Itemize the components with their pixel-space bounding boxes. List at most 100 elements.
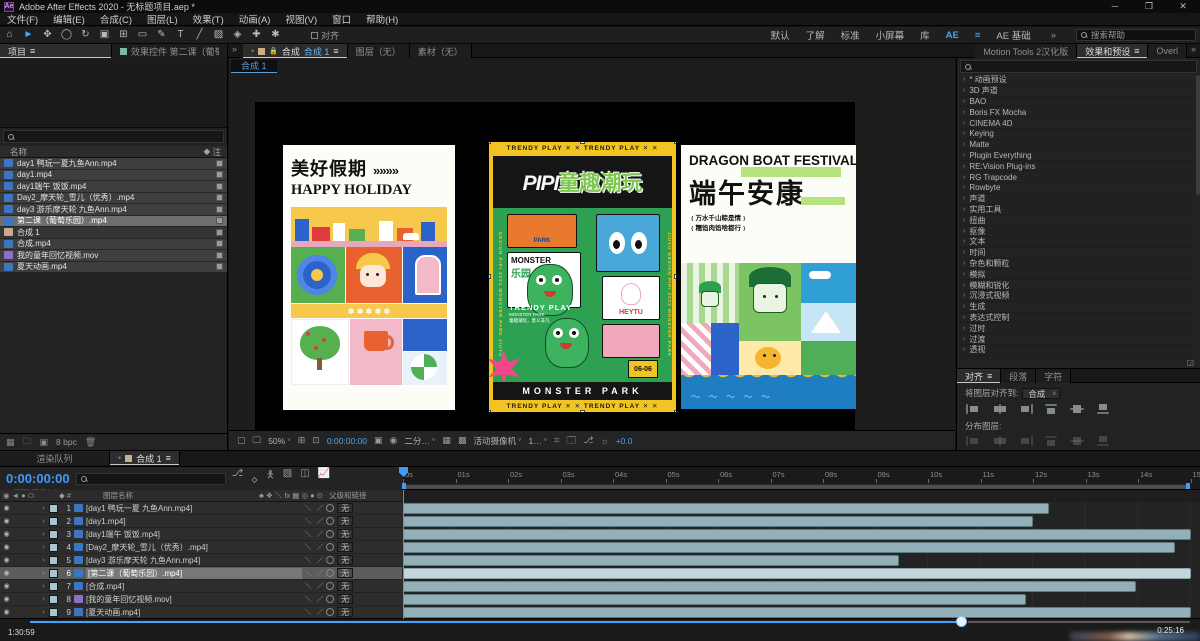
workspace-overflow[interactable]: » (1047, 30, 1060, 41)
zoom-tool-icon[interactable]: ◯ (57, 27, 76, 43)
workspace-menu-icon[interactable]: ≡ (975, 30, 981, 41)
effects-category[interactable]: ›模糊和锐化 (957, 280, 1196, 291)
puppet-pin-tool-icon[interactable]: ✱ (266, 27, 285, 43)
layer-row[interactable]: ◉›3[day1端午 饭饭.mp4]＼／无 (0, 528, 402, 541)
menu-item-文件(F)[interactable]: 文件(F) (7, 12, 38, 26)
camera-select[interactable]: 活动摄像机˅ (473, 435, 521, 447)
effects-category[interactable]: ›表达式控制 (957, 313, 1196, 324)
tab-motion-tools[interactable]: Motion Tools 2汉化版 (975, 44, 1077, 58)
minimize-button[interactable]: ─ (1098, 0, 1132, 13)
resolution-select[interactable]: 二分…˅ (404, 435, 435, 447)
label-swatch[interactable] (216, 183, 223, 190)
effects-category[interactable]: ›生成 (957, 302, 1196, 313)
workspace-库[interactable]: 库 (920, 28, 930, 42)
parent-link-control[interactable]: 无 (326, 581, 402, 591)
layer-color-swatch[interactable] (49, 582, 58, 591)
project-item[interactable]: 合成 1 (0, 227, 227, 239)
menu-item-动画(A)[interactable]: 动画(A) (239, 12, 271, 26)
project-item[interactable]: day3 游乐摩天轮 九鱼Ann.mp4 (0, 204, 227, 216)
composition-mini-flowchart-icon[interactable]: ⎇ (232, 468, 244, 489)
effects-category[interactable]: ›* 动画预设 (957, 75, 1196, 86)
parent-select[interactable]: 无 (337, 555, 353, 565)
quality-switch[interactable]: ＼ (302, 555, 314, 565)
maximize-button[interactable]: ❐ (1132, 0, 1166, 13)
effects-category[interactable]: ›Rowbyte (957, 183, 1196, 194)
expand-chevron[interactable]: › (38, 570, 49, 577)
parent-link-control[interactable]: 无 (326, 516, 402, 526)
menu-item-效果(T)[interactable]: 效果(T) (193, 12, 224, 26)
menu-item-编辑(E)[interactable]: 编辑(E) (53, 12, 85, 26)
effects-category[interactable]: ›BAO (957, 97, 1196, 108)
layer-duration-bar[interactable] (403, 594, 1026, 605)
quality-switch[interactable]: ＼ (302, 581, 314, 591)
fx-switch[interactable]: ／ (314, 503, 326, 513)
effects-category[interactable]: ›Matte (957, 140, 1196, 151)
layer-row[interactable]: ◉›8[我的童年回忆视频.mov]＼／无 (0, 593, 402, 606)
project-item[interactable]: day1.mp4 (0, 170, 227, 182)
expand-chevron[interactable]: › (38, 596, 49, 603)
new-folder-icon[interactable]: 🗀 (23, 434, 32, 450)
fx-switch[interactable]: ／ (314, 555, 326, 565)
roto-brush-tool-icon[interactable]: ✚ (247, 27, 266, 43)
layer-duration-bar[interactable] (403, 555, 899, 566)
label-swatch[interactable] (216, 217, 223, 224)
menu-item-帮助(H)[interactable]: 帮助(H) (366, 12, 398, 26)
graph-editor-icon[interactable]: 📈 (318, 468, 330, 489)
project-item[interactable]: 合成.mp4 (0, 239, 227, 251)
motion-blur-icon[interactable]: ◫ (300, 468, 309, 489)
frame-blending-icon[interactable]: ▧ (283, 468, 292, 489)
workspace-默认[interactable]: 默认 (771, 28, 790, 42)
effects-category[interactable]: ›时间 (957, 248, 1196, 259)
poster-dragon-boat-festival[interactable]: DRAGON BOAT FESTIVAL 端午安康 ﹛万水千山粽是情﹜ ﹛糯馅肉… (681, 145, 856, 409)
transparency-grid-icon[interactable]: ▩ (458, 435, 467, 446)
fx-switch[interactable]: ／ (314, 568, 326, 578)
work-area-end[interactable] (1186, 483, 1190, 490)
quality-switch[interactable]: ＼ (302, 516, 314, 526)
eye-icon[interactable]: ◉ (0, 556, 13, 564)
effects-category[interactable]: ›Keying (957, 129, 1196, 140)
eye-icon[interactable]: ◉ (0, 582, 13, 590)
layer-duration-bar[interactable] (403, 568, 1191, 579)
expand-chevron[interactable]: › (38, 544, 49, 551)
quality-switch[interactable]: ＼ (302, 594, 314, 604)
parent-link-control[interactable]: 无 (326, 542, 402, 552)
expand-chevron[interactable]: › (38, 518, 49, 525)
always-preview-icon[interactable]: ▢ (237, 435, 246, 446)
layer-row[interactable]: ◉›7[合成.mp4]＼／无 (0, 580, 402, 593)
expand-chevron[interactable]: › (38, 531, 49, 538)
layer-color-swatch[interactable] (49, 543, 58, 552)
align-center-v-button[interactable] (1069, 403, 1086, 415)
effects-category[interactable]: ›Boris FX Mocha (957, 107, 1196, 118)
timeline-current-time[interactable]: 0:00:00:00 (6, 472, 70, 485)
layer-duration-bar[interactable] (403, 516, 1033, 527)
fx-switch[interactable]: ／ (314, 594, 326, 604)
parent-link-control[interactable]: 无 (326, 555, 402, 565)
expand-chevron[interactable]: › (38, 583, 49, 590)
eye-icon[interactable]: ◉ (0, 569, 13, 577)
pickwhip-icon[interactable] (326, 569, 334, 577)
layer-name[interactable]: [我的童年回忆视频.mov] (86, 594, 302, 605)
project-item[interactable]: Day2_摩天轮_雪儿（优秀）.mp4 (0, 193, 227, 205)
flowchart-icon[interactable]: ⎇ (583, 435, 593, 446)
camera-tool-icon[interactable]: ▣ (95, 27, 114, 43)
timeline-button-icon[interactable]: 🗔 (566, 433, 576, 449)
align-checkbox[interactable] (311, 32, 318, 39)
quality-switch[interactable]: ＼ (302, 529, 314, 539)
interpret-footage-icon[interactable]: ▦ (6, 437, 15, 448)
pickwhip-icon[interactable] (326, 517, 334, 525)
layer-duration-bar[interactable] (403, 581, 1136, 592)
eye-icon[interactable]: ◉ (0, 504, 13, 512)
pen-tool-icon[interactable]: ✎ (152, 27, 171, 43)
pickwhip-icon[interactable] (326, 595, 334, 603)
effects-category[interactable]: ›RE:Vision Plug-ins (957, 161, 1196, 172)
parent-select[interactable]: 无 (337, 607, 353, 617)
grid-guides-icon[interactable]: ⊞ (298, 435, 306, 446)
player-progress-knob[interactable] (956, 616, 967, 627)
tab-overflow-right[interactable]: » (1187, 44, 1200, 57)
parent-select[interactable]: 无 (337, 542, 353, 552)
time-ruler[interactable]: 0s01s02s03s04s05s06s07s08s09s10s11s12s13… (402, 467, 1200, 490)
selection-handle[interactable] (489, 410, 491, 412)
layer-name[interactable]: [合成.mp4] (86, 581, 302, 592)
shape-tool-icon[interactable]: ▭ (133, 27, 152, 43)
align-left-button[interactable] (965, 403, 982, 415)
